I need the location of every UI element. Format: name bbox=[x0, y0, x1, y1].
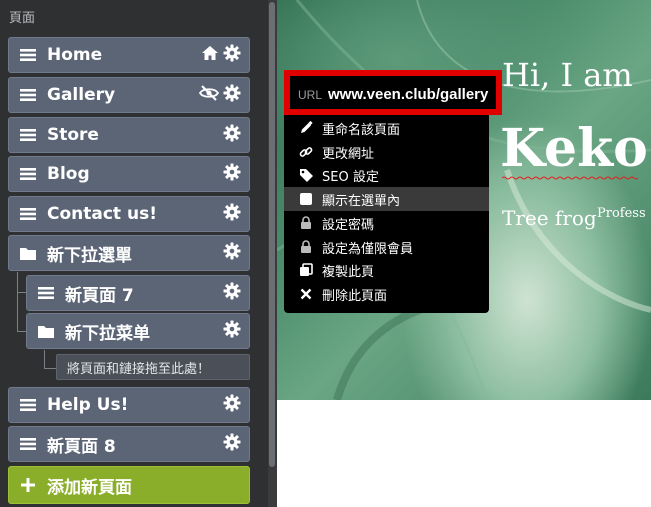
link-icon bbox=[298, 145, 314, 159]
spellcheck-underline bbox=[502, 176, 639, 180]
sidebar-item-store[interactable]: Store bbox=[8, 117, 250, 153]
gear-icon[interactable] bbox=[223, 433, 241, 456]
eye-slash-icon bbox=[198, 84, 220, 106]
gear-icon[interactable] bbox=[223, 242, 241, 265]
menu-item-label: SEO 設定 bbox=[322, 169, 379, 185]
url-prefix: URL bbox=[298, 88, 323, 102]
checkbox-icon[interactable] bbox=[298, 193, 314, 205]
menu-item-label: 更改網址 bbox=[322, 146, 375, 162]
sidebar-item-contact[interactable]: Contact us! bbox=[8, 196, 250, 232]
home-icon bbox=[201, 45, 219, 66]
url-text: www.veen.club/gallery bbox=[328, 86, 489, 103]
sidebar-item-label: 新下拉選單 bbox=[47, 245, 132, 266]
drag-handle-icon[interactable] bbox=[19, 396, 37, 414]
menu-item-label: 複製此頁 bbox=[322, 264, 375, 280]
drop-zone-hint[interactable]: 將頁面和鏈接拖至此處！ bbox=[56, 354, 250, 380]
sidebar-item-label: Contact us! bbox=[47, 204, 157, 224]
sidebar-item-label: Gallery bbox=[47, 85, 116, 105]
sidebar-item-label: 新下拉菜单 bbox=[65, 323, 150, 344]
menu-item-label: 顯示在選單內 bbox=[322, 193, 401, 209]
sidebar-item-label: Blog bbox=[47, 164, 90, 184]
menu-item-label: 設定密碼 bbox=[322, 217, 375, 233]
menu-item-set-password[interactable]: 設定密碼 bbox=[284, 211, 489, 235]
drag-handle-icon[interactable] bbox=[37, 284, 55, 302]
sidebar-item-home[interactable]: Home bbox=[8, 37, 250, 73]
sidebar-item-page-7[interactable]: 新頁面 7 bbox=[26, 275, 250, 311]
gear-icon[interactable] bbox=[223, 84, 241, 107]
sidebar-item-dropdown-1[interactable]: 新下拉選單 bbox=[8, 235, 250, 271]
folder-icon[interactable] bbox=[37, 322, 55, 340]
drag-handle-icon[interactable] bbox=[19, 435, 37, 453]
plus-icon bbox=[19, 476, 37, 494]
sidebar-item-dropdown-2[interactable]: 新下拉菜单 bbox=[26, 313, 250, 349]
hero-subtitle-sup: Profess bbox=[597, 206, 646, 221]
menu-item-show-in-menu[interactable]: 顯示在選單內 bbox=[284, 187, 489, 211]
add-page-label: 添加新頁面 bbox=[47, 477, 132, 498]
gear-icon[interactable] bbox=[223, 44, 241, 67]
menu-item-rename[interactable]: 重命名該頁面 bbox=[284, 116, 489, 140]
sidebar-item-label: 新頁面 7 bbox=[65, 285, 134, 306]
sidebar-item-label: 新頁面 8 bbox=[47, 436, 116, 457]
drag-handle-icon[interactable] bbox=[19, 205, 37, 223]
menu-item-change-url[interactable]: 更改網址 bbox=[284, 140, 489, 164]
menu-item-delete[interactable]: 刪除此頁面 bbox=[284, 282, 489, 306]
drag-handle-icon[interactable] bbox=[19, 126, 37, 144]
drag-handle-icon[interactable] bbox=[19, 46, 37, 64]
drag-handle-icon[interactable] bbox=[19, 165, 37, 183]
folder-icon[interactable] bbox=[19, 244, 37, 262]
hero-subtitle: Tree frog bbox=[502, 206, 597, 230]
sidebar-item-label: Home bbox=[47, 45, 103, 65]
gear-icon[interactable] bbox=[223, 320, 241, 343]
hero-greeting: Hi, I am bbox=[502, 56, 633, 94]
pencil-icon bbox=[298, 121, 314, 135]
copy-icon bbox=[298, 263, 314, 277]
sidebar-item-blog[interactable]: Blog bbox=[8, 156, 250, 192]
menu-item-seo[interactable]: SEO 設定 bbox=[284, 163, 489, 187]
scrollbar-thumb[interactable] bbox=[269, 2, 275, 467]
add-page-button[interactable]: 添加新頁面 bbox=[8, 466, 250, 504]
sidebar-title: 頁面 bbox=[9, 11, 36, 26]
gear-icon[interactable] bbox=[223, 163, 241, 186]
menu-item-label: 重命名該頁面 bbox=[322, 122, 401, 138]
tag-icon bbox=[298, 168, 314, 183]
sidebar-item-help[interactable]: Help Us! bbox=[8, 387, 250, 423]
menu-item-label: 刪除此頁面 bbox=[322, 288, 388, 304]
gear-icon[interactable] bbox=[223, 394, 241, 417]
lock-icon bbox=[298, 216, 314, 230]
sidebar-item-label: Store bbox=[47, 125, 99, 145]
gear-icon[interactable] bbox=[223, 282, 241, 305]
gear-icon[interactable] bbox=[223, 203, 241, 226]
close-icon bbox=[298, 288, 314, 300]
sidebar-item-gallery[interactable]: Gallery bbox=[8, 77, 250, 113]
menu-item-label: 設定為僅限會員 bbox=[322, 241, 414, 257]
menu-item-duplicate[interactable]: 複製此頁 bbox=[284, 258, 489, 282]
url-display[interactable]: URL www.veen.club/gallery bbox=[284, 70, 502, 115]
drag-handle-icon[interactable] bbox=[19, 86, 37, 104]
menu-item-members-only[interactable]: 設定為僅限會員 bbox=[284, 235, 489, 259]
gear-icon[interactable] bbox=[223, 124, 241, 147]
sidebar-item-page-8[interactable]: 新頁面 8 bbox=[8, 426, 250, 462]
sidebar-item-label: Help Us! bbox=[47, 395, 129, 415]
hero-name: Keko bbox=[500, 118, 648, 179]
sidebar-scrollbar[interactable] bbox=[268, 0, 277, 507]
lock-icon bbox=[298, 240, 314, 254]
